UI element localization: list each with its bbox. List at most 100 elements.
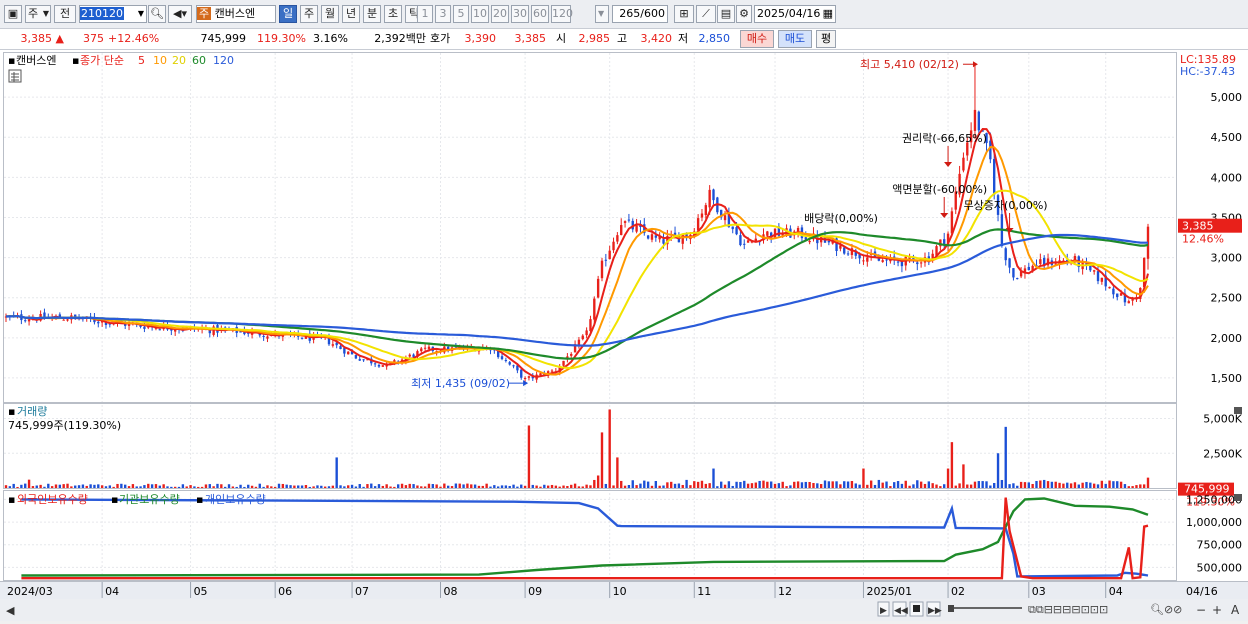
zoom-out-icon[interactable]: − bbox=[1196, 603, 1206, 617]
candle-body bbox=[616, 235, 619, 242]
text-tool-icon[interactable]: A bbox=[1231, 603, 1240, 617]
volume-bar bbox=[908, 485, 911, 488]
price-axis-tick: 5,000 bbox=[1211, 91, 1243, 104]
volume-bar bbox=[12, 483, 15, 488]
volume-bar bbox=[639, 483, 642, 488]
volume-bar bbox=[885, 481, 888, 488]
toolbox-icons[interactable]: ⧉⧉⊟⊟⊟⊟⊡⊡⊡ bbox=[1028, 603, 1108, 616]
period-button-1[interactable]: 주 bbox=[300, 5, 318, 23]
market-select[interactable]: 주 ▼ bbox=[25, 5, 51, 23]
volume-bar bbox=[758, 480, 761, 488]
code-input[interactable]: 210120 ▼ bbox=[79, 5, 147, 23]
volume-bar bbox=[1108, 480, 1111, 488]
volume-bar bbox=[962, 464, 965, 488]
volume-bar bbox=[416, 485, 419, 488]
chart-area[interactable]: 745,999 119.30% 1,500 2,000 2,500 3,000 3,500… bbox=[0, 50, 1248, 621]
interval-dropdown[interactable]: ▼ bbox=[595, 5, 609, 23]
volume-bar bbox=[739, 482, 742, 488]
volume-bar bbox=[877, 479, 881, 488]
prev-button[interactable]: 전 bbox=[54, 5, 76, 23]
volume-bar bbox=[1058, 482, 1061, 488]
volume-bar bbox=[727, 481, 731, 488]
volume-bar bbox=[397, 484, 400, 488]
window-menu-icon[interactable]: ▣ bbox=[4, 5, 22, 23]
period-button-5[interactable]: 초 bbox=[384, 5, 402, 23]
volume-bar bbox=[643, 480, 646, 488]
volume-bar bbox=[858, 484, 861, 488]
overlay-icon[interactable]: ⟋ bbox=[696, 5, 716, 23]
eval-button[interactable]: 평 bbox=[816, 30, 836, 48]
candle-body bbox=[704, 205, 707, 216]
interval-button-5[interactable]: 5 bbox=[453, 5, 469, 23]
candle-body bbox=[696, 218, 700, 231]
date-axis-label: 07 bbox=[355, 585, 369, 598]
candle-body bbox=[846, 253, 850, 255]
low-price: 2,850 bbox=[698, 32, 731, 45]
legend-foreign: 외국인보유수량 bbox=[17, 493, 88, 506]
ask-price: 3,390 bbox=[464, 32, 497, 45]
candle-body bbox=[654, 235, 658, 238]
date-field[interactable]: 2025/04/16 ▦ bbox=[754, 5, 836, 23]
candle-body bbox=[581, 335, 584, 340]
period-button-3[interactable]: 년 bbox=[342, 5, 360, 23]
interval-button-3[interactable]: 3 bbox=[435, 5, 451, 23]
volume-bar bbox=[685, 479, 688, 488]
interval-button-120[interactable]: 120 bbox=[551, 5, 573, 23]
count-field[interactable]: 265/600 bbox=[612, 5, 668, 23]
speaker-icon[interactable]: ◀▾ bbox=[168, 5, 192, 23]
save-icon[interactable]: ▤ bbox=[717, 5, 735, 23]
volume-bar bbox=[520, 484, 523, 488]
sell-button[interactable]: 매도 bbox=[778, 30, 812, 48]
volume-bar bbox=[147, 483, 150, 488]
interval-button-30[interactable]: 30 bbox=[511, 5, 529, 23]
volume-axis-tick: 2,500K bbox=[1203, 447, 1242, 460]
change-percent: +12.46% bbox=[108, 32, 160, 45]
buy-button[interactable]: 매수 bbox=[740, 30, 774, 48]
candle-body bbox=[412, 354, 415, 357]
volume-bar bbox=[289, 485, 292, 488]
price-axis-tick: 2,500 bbox=[1211, 292, 1243, 305]
holdings-axis-tick: 750,000 bbox=[1197, 539, 1243, 552]
legend-bullet: ▪ bbox=[111, 493, 118, 506]
volume-bar bbox=[496, 486, 500, 488]
gear-icon[interactable]: ⚙ bbox=[736, 5, 752, 23]
zoom-slider-handle[interactable] bbox=[948, 605, 954, 612]
period-button-2[interactable]: 월 bbox=[321, 5, 339, 23]
interval-button-20[interactable]: 20 bbox=[491, 5, 509, 23]
interval-button-60[interactable]: 60 bbox=[531, 5, 549, 23]
volume-bar bbox=[212, 486, 215, 488]
zoom-in-icon[interactable]: + bbox=[1212, 603, 1222, 617]
candle-body bbox=[866, 257, 869, 262]
volume-bar bbox=[546, 485, 550, 488]
interval-button-10[interactable]: 10 bbox=[471, 5, 489, 23]
volume-bar bbox=[250, 485, 254, 488]
period-button-4[interactable]: 분 bbox=[363, 5, 381, 23]
volume-bar bbox=[620, 480, 623, 488]
date-axis-label: 05 bbox=[194, 585, 208, 598]
stock-name-field[interactable]: 주 캔버스엔 bbox=[196, 5, 276, 23]
date-axis-label: 03 bbox=[1032, 585, 1046, 598]
indicator-icon[interactable]: ⊞ bbox=[674, 5, 694, 23]
volume-bar bbox=[846, 481, 850, 488]
price-change: 375 bbox=[83, 32, 104, 45]
search-icon[interactable]: 🔍︎ bbox=[148, 5, 166, 23]
volume-bar bbox=[1054, 481, 1057, 488]
candle-body bbox=[700, 213, 704, 218]
interval-button-1[interactable]: 1 bbox=[417, 5, 433, 23]
volume-bar bbox=[1073, 482, 1077, 488]
candle-body bbox=[1100, 277, 1104, 282]
chevron-down-icon: ▼ bbox=[137, 9, 144, 18]
candle-body bbox=[381, 365, 385, 367]
volume-bar bbox=[47, 483, 50, 488]
candle-body bbox=[962, 157, 965, 171]
volume-bar bbox=[227, 484, 231, 488]
volume-bar bbox=[89, 484, 92, 488]
stop-icon bbox=[913, 605, 920, 612]
period-button-0[interactable]: 일 bbox=[279, 5, 297, 23]
panel-close-icon[interactable] bbox=[1234, 494, 1242, 501]
scroll-left-icon[interactable]: ◀ bbox=[6, 604, 15, 617]
volume-bar bbox=[66, 483, 69, 488]
volume-bar bbox=[1077, 484, 1080, 488]
panel-close-icon[interactable] bbox=[1234, 407, 1242, 414]
zoom-tools-icons[interactable]: 🔍︎⊘⊘ bbox=[1150, 603, 1182, 616]
